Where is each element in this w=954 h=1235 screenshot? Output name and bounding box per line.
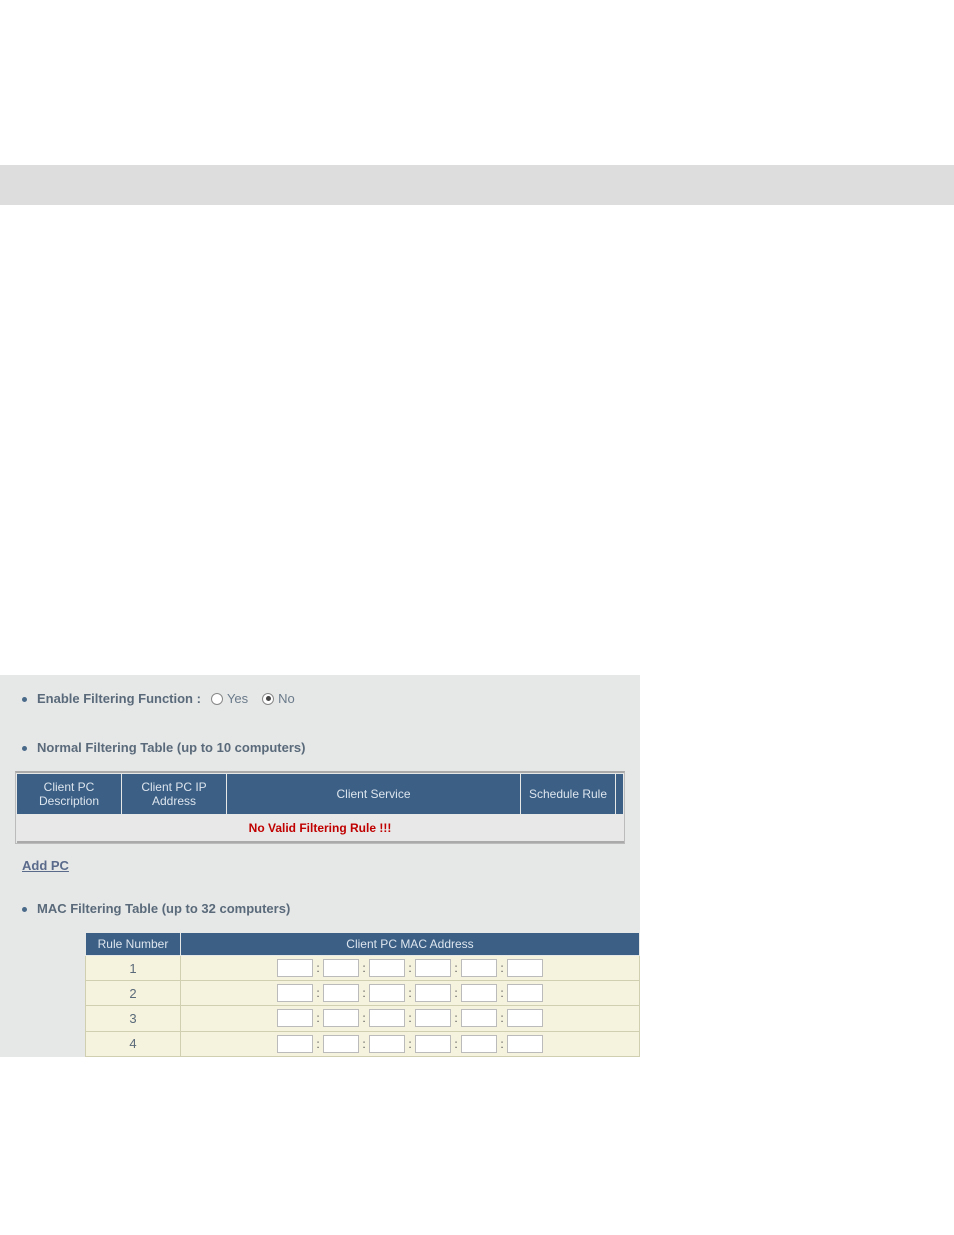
table-row: 4::::: [86, 1031, 640, 1056]
table-header-row: Rule Number Client PC MAC Address [86, 933, 640, 956]
mac-octet-input[interactable] [369, 959, 405, 977]
normal-filter-table: Client PC Description Client PC IP Addre… [16, 773, 624, 843]
mac-octet-input[interactable] [277, 984, 313, 1002]
no-rule-message: No Valid Filtering Rule !!! [17, 815, 624, 843]
mac-octet-input[interactable] [323, 1009, 359, 1027]
mac-table-title: MAC Filtering Table (up to 32 computers) [37, 901, 290, 916]
mac-octet-input[interactable] [461, 1009, 497, 1027]
table-row: 3::::: [86, 1006, 640, 1031]
table-row: 1::::: [86, 956, 640, 981]
mac-octet-input[interactable] [277, 1035, 313, 1053]
normal-table-title: Normal Filtering Table (up to 10 compute… [37, 740, 305, 755]
enable-filter-row: Enable Filtering Function : Yes No [0, 685, 640, 712]
mac-separator: : [405, 1011, 415, 1025]
mac-separator: : [359, 1037, 369, 1051]
mac-separator: : [497, 1037, 507, 1051]
table-header-row: Client PC Description Client PC IP Addre… [17, 774, 624, 815]
mac-separator: : [497, 986, 507, 1000]
mac-separator: : [313, 986, 323, 1000]
mac-octet-input[interactable] [277, 959, 313, 977]
mac-octet-input[interactable] [507, 1035, 543, 1053]
mac-separator: : [405, 961, 415, 975]
mac-address-cell: ::::: [181, 956, 640, 981]
radio-yes-label: Yes [227, 691, 248, 706]
th-client-service: Client Service [227, 774, 521, 815]
mac-separator: : [313, 1037, 323, 1051]
mac-octet-input[interactable] [461, 984, 497, 1002]
mac-octet-input[interactable] [369, 1035, 405, 1053]
radio-icon [262, 693, 274, 705]
mac-octet-input[interactable] [507, 1009, 543, 1027]
mac-octet-input[interactable] [323, 959, 359, 977]
mac-separator: : [451, 961, 461, 975]
mac-octet-input[interactable] [415, 959, 451, 977]
mac-separator: : [313, 1011, 323, 1025]
mac-address-cell: ::::: [181, 1031, 640, 1056]
rule-number-cell: 4 [86, 1031, 181, 1056]
radio-yes[interactable]: Yes [211, 691, 248, 706]
mac-table-title-row: MAC Filtering Table (up to 32 computers) [0, 895, 640, 922]
mac-octet-input[interactable] [369, 1009, 405, 1027]
th-client-desc: Client PC Description [17, 774, 122, 815]
mac-octet-input[interactable] [415, 1035, 451, 1053]
normal-table-title-row: Normal Filtering Table (up to 10 compute… [0, 734, 640, 761]
mac-octet-input[interactable] [461, 959, 497, 977]
radio-no[interactable]: No [262, 691, 295, 706]
mac-separator: : [313, 961, 323, 975]
rule-number-cell: 2 [86, 981, 181, 1006]
mac-separator: : [497, 961, 507, 975]
mac-separator: : [405, 1037, 415, 1051]
th-client-ip: Client PC IP Address [122, 774, 227, 815]
mac-separator: : [451, 986, 461, 1000]
mac-octet-input[interactable] [461, 1035, 497, 1053]
top-grey-band [0, 165, 954, 205]
th-rule-number: Rule Number [86, 933, 181, 956]
filter-panel: Enable Filtering Function : Yes No Norma… [0, 675, 640, 1057]
mac-octet-input[interactable] [277, 1009, 313, 1027]
mac-address-cell: ::::: [181, 981, 640, 1006]
radio-icon [211, 693, 223, 705]
normal-filter-table-frame: Client PC Description Client PC IP Addre… [15, 771, 625, 844]
radio-no-label: No [278, 691, 295, 706]
mac-separator: : [405, 986, 415, 1000]
bullet-icon [22, 746, 27, 751]
mac-separator: : [359, 961, 369, 975]
mac-filter-table: Rule Number Client PC MAC Address 1:::::… [85, 932, 640, 1057]
mac-octet-input[interactable] [369, 984, 405, 1002]
add-pc-link[interactable]: Add PC [0, 844, 640, 873]
mac-octet-input[interactable] [415, 1009, 451, 1027]
mac-octet-input[interactable] [507, 984, 543, 1002]
table-row: 2::::: [86, 981, 640, 1006]
enable-filter-radios: Yes No [211, 691, 309, 706]
th-spacer [616, 774, 624, 815]
bullet-icon [22, 697, 27, 702]
mac-octet-input[interactable] [323, 984, 359, 1002]
enable-filter-label: Enable Filtering Function : [37, 691, 201, 706]
mac-separator: : [497, 1011, 507, 1025]
th-mac-address: Client PC MAC Address [181, 933, 640, 956]
mac-separator: : [451, 1011, 461, 1025]
rule-number-cell: 1 [86, 956, 181, 981]
mac-separator: : [359, 1011, 369, 1025]
mac-separator: : [359, 986, 369, 1000]
bullet-icon [22, 907, 27, 912]
rule-number-cell: 3 [86, 1006, 181, 1031]
th-schedule-rule: Schedule Rule [521, 774, 616, 815]
mac-octet-input[interactable] [415, 984, 451, 1002]
mac-octet-input[interactable] [323, 1035, 359, 1053]
mac-address-cell: ::::: [181, 1006, 640, 1031]
mac-separator: : [451, 1037, 461, 1051]
no-rule-row: No Valid Filtering Rule !!! [17, 815, 624, 843]
mac-octet-input[interactable] [507, 959, 543, 977]
mac-table-wrap: Rule Number Client PC MAC Address 1:::::… [0, 932, 640, 1057]
